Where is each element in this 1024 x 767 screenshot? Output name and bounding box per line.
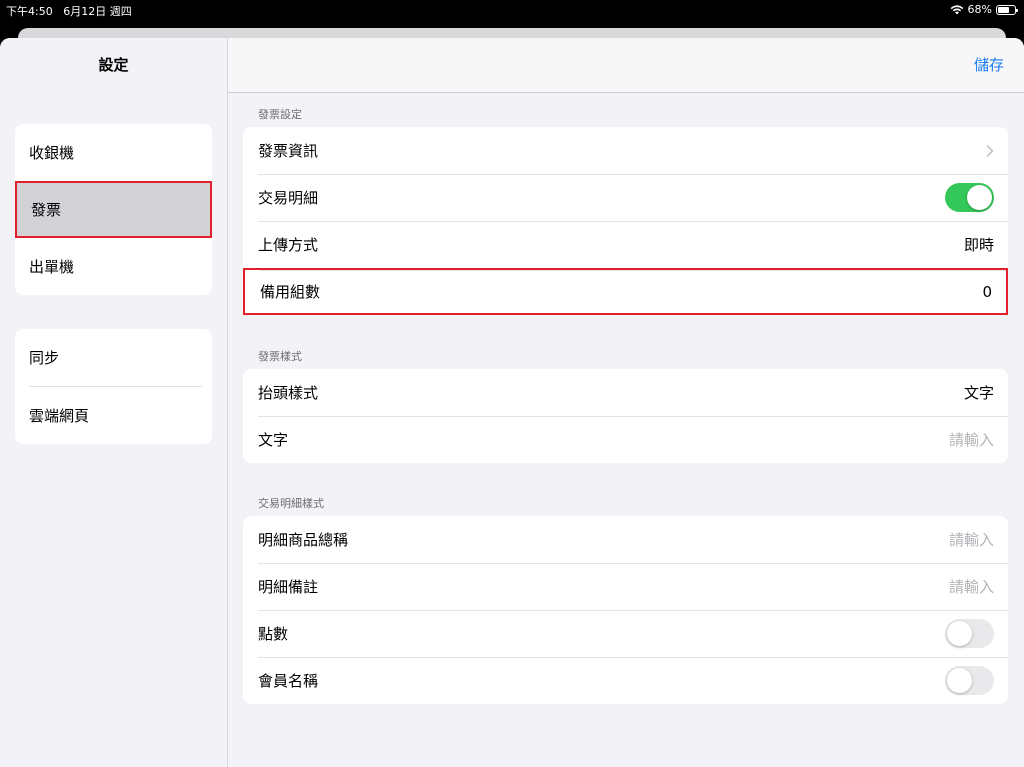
row-label: 發票資訊 (258, 142, 319, 160)
sidebar-item-cloud-web[interactable]: 雲端網頁 (15, 387, 212, 444)
item-name-input[interactable]: 請輸入 (949, 529, 994, 550)
row-header-style[interactable]: 抬頭樣式 文字 (243, 369, 1008, 416)
row-label: 上傳方式 (258, 236, 319, 254)
row-detail-note[interactable]: 明細備註 請輸入 (243, 563, 1008, 610)
row-label: 文字 (258, 431, 289, 449)
toggle-knob (967, 185, 992, 210)
header-style-value: 文字 (963, 384, 994, 402)
row-label: 備用組數 (260, 283, 321, 301)
text-input[interactable]: 請輸入 (949, 429, 994, 450)
row-transaction-detail: 交易明細 (243, 174, 1008, 221)
backup-count-value[interactable]: 0 (982, 283, 992, 301)
battery-icon (996, 4, 1018, 15)
row-invoice-info[interactable]: 發票資訊 (243, 127, 1008, 174)
status-time: 下午4:50 (6, 5, 53, 18)
row-label: 點數 (258, 625, 289, 643)
points-toggle[interactable] (945, 619, 994, 648)
sidebar-item-printer[interactable]: 出單機 (15, 238, 212, 295)
row-label: 抬頭樣式 (258, 384, 319, 402)
sidebar-group-primary: 收銀機 發票 出單機 (15, 124, 212, 295)
group-invoice-settings: 發票資訊 交易明細 上傳方式 即時 備用組數 0 (243, 127, 1008, 315)
row-label: 會員名稱 (258, 672, 319, 690)
toggle-knob (947, 668, 972, 693)
sidebar-item-cash-register[interactable]: 收銀機 (15, 124, 212, 181)
navbar: 儲存 (228, 38, 1024, 93)
row-points: 點數 (243, 610, 1008, 657)
row-member-name: 會員名稱 (243, 657, 1008, 704)
status-time-date: 下午4:50 6月12日 週四 (6, 3, 132, 19)
group-invoice-style: 抬頭樣式 文字 文字 請輸入 (243, 369, 1008, 463)
row-item-name[interactable]: 明細商品總稱 請輸入 (243, 516, 1008, 563)
row-upload-method[interactable]: 上傳方式 即時 (243, 221, 1008, 268)
sidebar-item-label: 同步 (29, 349, 60, 367)
upload-method-value: 即時 (963, 236, 994, 254)
sidebar-item-label: 收銀機 (29, 144, 75, 162)
sidebar-item-label: 發票 (31, 201, 62, 219)
battery-percent: 68% (967, 3, 992, 16)
settings-sheet: 設定 收銀機 發票 出單機 同步 雲端網頁 儲存 發票設定 發票資訊 交易明細 … (0, 38, 1024, 767)
sidebar-group-secondary: 同步 雲端網頁 (15, 329, 212, 444)
sidebar-item-label: 出單機 (29, 258, 75, 276)
toggle-knob (947, 621, 972, 646)
sidebar-item-invoice[interactable]: 發票 (15, 181, 212, 238)
row-label: 明細備註 (258, 578, 319, 596)
main-panel: 儲存 發票設定 發票資訊 交易明細 上傳方式 即時 備用組數 0 發票樣式 抬頭… (228, 38, 1024, 767)
transaction-detail-toggle[interactable] (945, 183, 994, 212)
status-bar: 下午4:50 6月12日 週四 68% (0, 0, 1024, 20)
battery-fill (998, 6, 1009, 13)
row-backup-count[interactable]: 備用組數 0 (243, 268, 1008, 315)
chevron-right-icon (986, 144, 994, 157)
section-header-detail-style: 交易明細樣式 (258, 497, 324, 510)
status-right: 68% (950, 3, 1018, 16)
group-detail-style: 明細商品總稱 請輸入 明細備註 請輸入 點數 會員名稱 (243, 516, 1008, 704)
save-button[interactable]: 儲存 (974, 54, 1004, 75)
sidebar-title: 設定 (98, 56, 129, 74)
wifi-icon (950, 4, 963, 14)
status-date: 6月12日 週四 (63, 5, 132, 18)
detail-note-input[interactable]: 請輸入 (949, 576, 994, 597)
section-header-invoice-settings: 發票設定 (258, 108, 302, 121)
row-text[interactable]: 文字 請輸入 (243, 416, 1008, 463)
sidebar: 設定 收銀機 發票 出單機 同步 雲端網頁 (0, 38, 228, 767)
sidebar-item-label: 雲端網頁 (29, 407, 90, 425)
row-label: 交易明細 (258, 189, 319, 207)
section-header-invoice-style: 發票樣式 (258, 350, 302, 363)
row-label: 明細商品總稱 (258, 531, 349, 549)
sidebar-item-sync[interactable]: 同步 (15, 329, 212, 386)
member-name-toggle[interactable] (945, 666, 994, 695)
